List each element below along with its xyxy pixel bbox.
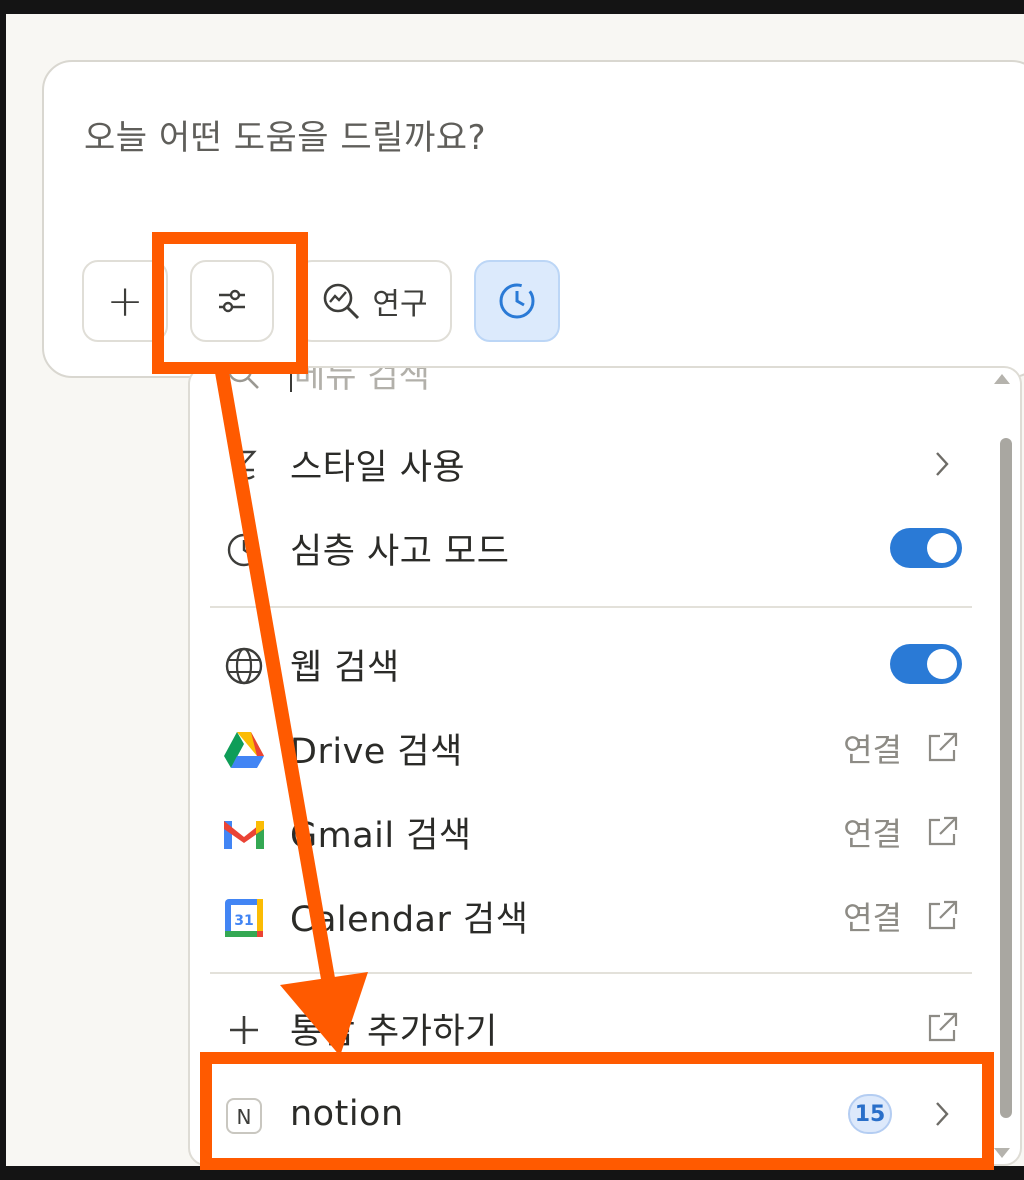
chevron-right-icon bbox=[936, 452, 949, 476]
menu-item-drive-search[interactable]: Drive 검색 연결 bbox=[190, 708, 980, 788]
menu-item-web-search[interactable]: 웹 검색 bbox=[190, 624, 980, 704]
menu-item-label: 스타일 사용 bbox=[290, 447, 466, 488]
globe-icon bbox=[222, 644, 266, 688]
annotation-highlight-notion bbox=[200, 1052, 994, 1170]
scroll-down-arrow[interactable] bbox=[994, 1148, 1010, 1158]
plus-icon: + bbox=[106, 275, 144, 327]
menu-item-label: 통합 추가하기 bbox=[290, 1011, 498, 1052]
menu-item-label: Calendar 검색 bbox=[290, 899, 529, 940]
deep-thinking-toggle[interactable] bbox=[890, 528, 962, 568]
toggle-knob bbox=[927, 533, 957, 563]
research-label: 연구 bbox=[372, 287, 428, 322]
plus-icon bbox=[222, 1008, 266, 1052]
menu-item-gmail-search[interactable]: Gmail 검색 연결 bbox=[190, 792, 980, 872]
menu-item-label: 심층 사고 모드 bbox=[290, 531, 510, 572]
style-icon bbox=[222, 444, 266, 488]
prompt-placeholder[interactable]: 오늘 어떤 도움을 드릴까요? bbox=[84, 110, 486, 159]
extended-thinking-button[interactable] bbox=[474, 260, 560, 342]
google-drive-icon bbox=[222, 728, 266, 772]
connect-link[interactable]: 연결 bbox=[843, 893, 902, 939]
toggle-knob bbox=[927, 649, 957, 679]
annotation-highlight-settings bbox=[152, 232, 308, 374]
external-link-icon[interactable] bbox=[924, 814, 960, 850]
external-link-icon[interactable] bbox=[924, 730, 960, 766]
menu-item-label: 웹 검색 bbox=[290, 647, 400, 688]
research-icon bbox=[324, 283, 360, 320]
menu-item-label: Gmail 검색 bbox=[290, 815, 472, 856]
connect-link[interactable]: 연결 bbox=[843, 725, 902, 771]
external-link-icon[interactable] bbox=[924, 898, 960, 934]
menu-divider bbox=[210, 972, 972, 974]
gmail-icon bbox=[222, 812, 266, 856]
scrollbar-thumb[interactable] bbox=[1000, 438, 1012, 1118]
calendar-day-number: 31 bbox=[234, 913, 253, 929]
page: 오늘 어떤 도움을 드릴까요? + 연구 메뉴 검색 스타일 사용 심층 사고 … bbox=[6, 14, 1024, 1166]
tools-menu: 메뉴 검색 스타일 사용 심층 사고 모드 웹 검색 Drive 검색 연결 G… bbox=[188, 366, 1022, 1166]
menu-item-style[interactable]: 스타일 사용 bbox=[190, 424, 980, 504]
menu-search[interactable]: 메뉴 검색 bbox=[190, 368, 980, 406]
external-link-icon[interactable] bbox=[924, 1010, 960, 1046]
google-calendar-icon: 31 bbox=[222, 896, 266, 940]
connect-link[interactable]: 연결 bbox=[843, 809, 902, 855]
deep-thinking-icon bbox=[222, 528, 266, 572]
menu-item-label: Drive 검색 bbox=[290, 731, 463, 772]
menu-search-input[interactable]: 메뉴 검색 bbox=[294, 368, 430, 397]
web-search-toggle[interactable] bbox=[890, 644, 962, 684]
menu-item-deep-thinking[interactable]: 심층 사고 모드 bbox=[190, 508, 980, 588]
research-button[interactable]: 연구 bbox=[296, 260, 452, 342]
clock-icon bbox=[499, 283, 535, 319]
scroll-up-arrow[interactable] bbox=[994, 374, 1010, 384]
menu-divider bbox=[210, 606, 972, 608]
menu-item-calendar-search[interactable]: 31 Calendar 검색 연결 bbox=[190, 876, 980, 956]
